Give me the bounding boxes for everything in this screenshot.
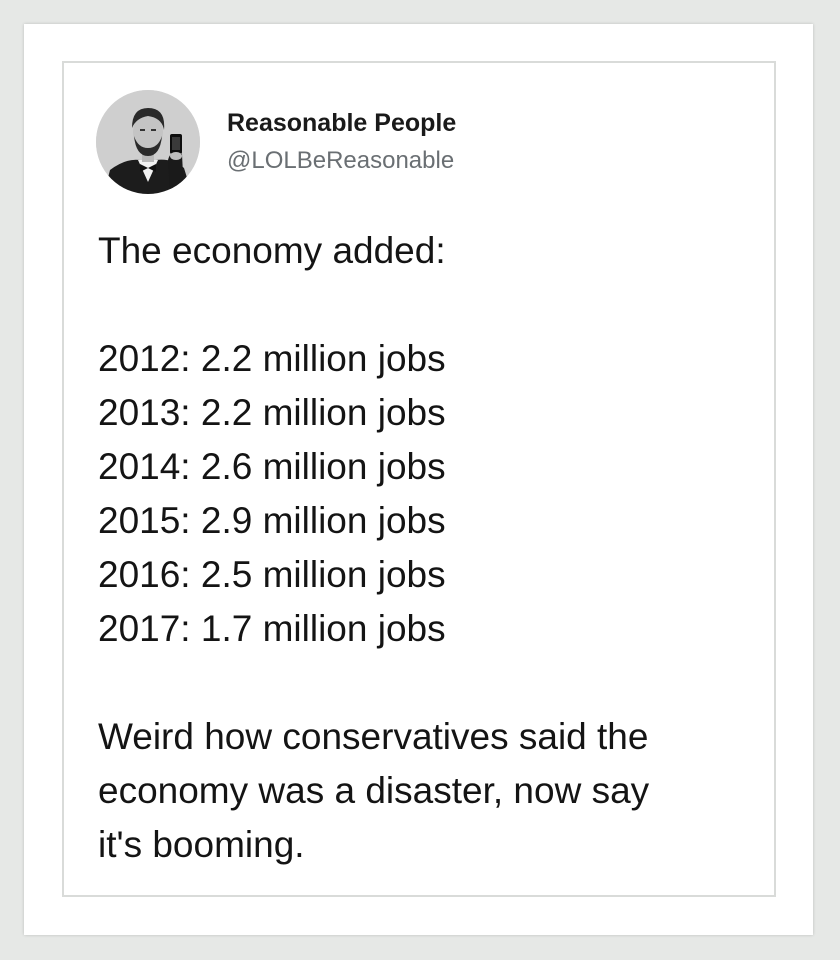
job-line-2012: 2012: 2.2 million jobs (98, 338, 446, 379)
job-line-2014: 2014: 2.6 million jobs (98, 446, 446, 487)
closing-line: Weird how conservatives said the (98, 716, 649, 757)
closing-line: it's booming. (98, 824, 305, 865)
display-name[interactable]: Reasonable People (227, 109, 456, 138)
user-handle[interactable]: @LOLBeReasonable (227, 147, 454, 175)
intro-line: The economy added: (98, 230, 446, 271)
job-line-2013: 2013: 2.2 million jobs (98, 392, 446, 433)
job-line-2016: 2016: 2.5 million jobs (98, 554, 446, 595)
lincoln-selfie-icon (96, 90, 200, 194)
closing-line: economy was a disaster, now say (98, 770, 650, 811)
job-line-2017: 2017: 1.7 million jobs (98, 608, 446, 649)
avatar[interactable] (96, 90, 200, 194)
job-line-2015: 2015: 2.9 million jobs (98, 500, 446, 541)
tweet-text: The economy added: 2012: 2.2 million job… (98, 224, 758, 872)
